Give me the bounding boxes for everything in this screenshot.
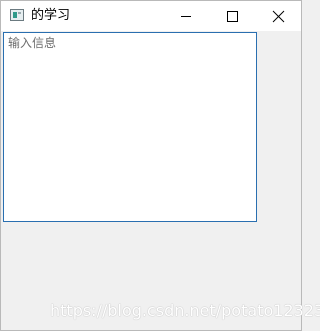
text-edit-placeholder: 输入信息: [8, 36, 57, 50]
close-button[interactable]: [255, 1, 301, 31]
app-window-icon: [10, 9, 24, 21]
maximize-icon: [227, 11, 238, 22]
minimize-button[interactable]: [163, 1, 209, 31]
watermark-text: https://blog.csdn.net/potato123232: [50, 301, 320, 320]
app-window: 的学习 输入信息: [0, 0, 302, 331]
title-bar[interactable]: 的学习: [1, 1, 301, 31]
message-text-edit[interactable]: 输入信息: [3, 32, 257, 222]
minimize-icon: [181, 16, 191, 17]
window-title: 的学习: [31, 8, 71, 23]
close-icon: [272, 10, 285, 23]
maximize-button[interactable]: [209, 1, 255, 31]
